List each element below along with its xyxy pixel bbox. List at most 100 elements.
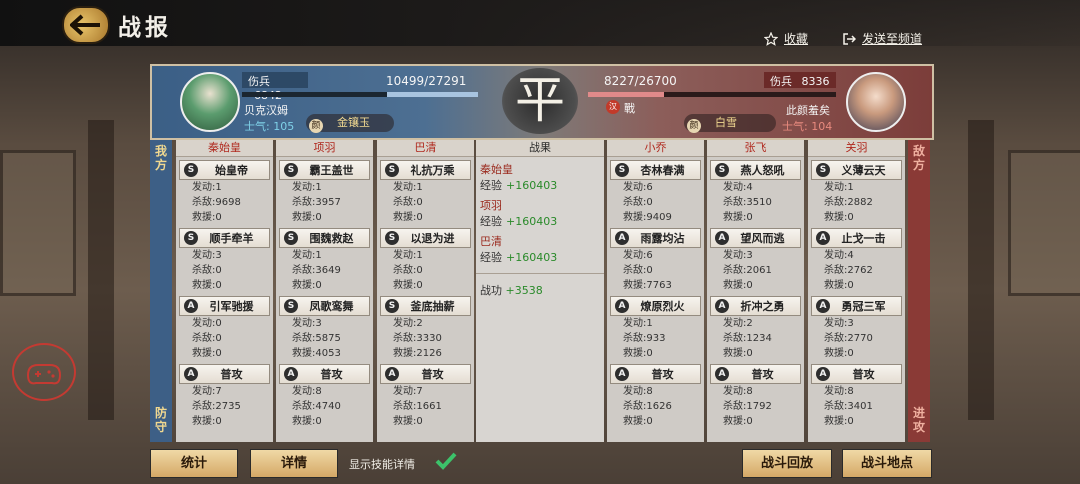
stat-label: 救援:: [393, 416, 417, 427]
skill-name: 始皇帝: [215, 164, 248, 177]
stat-value: 2882: [847, 197, 873, 208]
stat-kill: 杀敌:0: [176, 263, 273, 278]
stat-rescue: 救援:0: [707, 414, 804, 429]
show-skill-details-checkbox[interactable]: [435, 451, 457, 471]
stat-label: 救援:: [623, 212, 647, 223]
checkmark-icon: [435, 452, 457, 470]
stat-kill: 杀敌:3401: [808, 399, 905, 414]
skill-button[interactable]: A 普攻: [380, 364, 471, 384]
skill-button[interactable]: S 釜底抽薪: [380, 296, 471, 316]
skill-button[interactable]: A 普攻: [811, 364, 902, 384]
left-player-name: 贝克汉姆: [244, 104, 288, 117]
stat-label: 发动:: [292, 318, 316, 329]
stat-value: 2: [416, 318, 423, 329]
skill-name: 礼抗万乘: [410, 164, 455, 177]
send-to-channel-button[interactable]: 发送至频道: [842, 30, 922, 47]
left-general-avatar[interactable]: [180, 72, 240, 132]
stat-value: 0: [847, 416, 854, 427]
general-column: 秦始皇 S 始皇帝 发动:1 杀敌:9698 救援:0 S 顺手牵羊 发动:3 杀敌:0 救援:0 A…: [176, 140, 273, 442]
favorite-button[interactable]: 收藏: [763, 30, 808, 47]
stat-value: 1: [416, 250, 423, 261]
back-button[interactable]: [62, 6, 110, 44]
stat-launch: 发动:0: [176, 316, 273, 331]
stat-value: 0: [215, 265, 222, 276]
skill-button[interactable]: A 止戈一击: [811, 228, 902, 248]
stat-label: 发动:: [824, 250, 848, 261]
stat-kill: 杀敌:9698: [176, 195, 273, 210]
stat-value: 2: [746, 318, 753, 329]
stat-label: 发动:: [623, 318, 647, 329]
skill-button[interactable]: S 燕人怒吼: [710, 160, 801, 180]
stat-value: 0: [416, 280, 423, 291]
stat-label: 发动:: [723, 250, 747, 261]
right-general-avatar[interactable]: [846, 72, 906, 132]
result-exp-row: 经验 +160403: [476, 213, 604, 229]
battle-replay-button[interactable]: 战斗回放: [742, 449, 832, 478]
stat-kill: 杀敌:4740: [276, 399, 373, 414]
stat-label: 杀敌:: [623, 265, 647, 276]
merit-value: +3538: [505, 284, 543, 297]
stat-label: 发动:: [192, 250, 216, 261]
general-column: 项羽 S 霸王盖世 发动:1 杀敌:3957 救援:0 S 围魏救赵 发动:1 杀敌:3649 救援…: [276, 140, 373, 442]
stat-value: 0: [215, 348, 222, 359]
skill-button[interactable]: A 普攻: [179, 364, 270, 384]
details-button[interactable]: 详情: [250, 449, 338, 478]
skill-button[interactable]: A 燎原烈火: [610, 296, 701, 316]
stat-value: 0: [746, 280, 753, 291]
skill-button[interactable]: A 普攻: [610, 364, 701, 384]
skill-button[interactable]: A 折冲之勇: [710, 296, 801, 316]
skill-button[interactable]: A 普攻: [279, 364, 370, 384]
skill-button[interactable]: A 勇冠三军: [811, 296, 902, 316]
stat-value: 3510: [746, 197, 772, 208]
left-hp-bar: [242, 92, 478, 97]
general-column: 关羽 S 义薄云天 发动:1 杀敌:2882 救援:0 A 止戈一击 发动:4 杀敌:2762 救援…: [808, 140, 905, 442]
stat-launch: 发动:8: [607, 384, 704, 399]
skill-button[interactable]: S 杏林春满: [610, 160, 701, 180]
exp-value: +160403: [506, 179, 558, 192]
skill-button[interactable]: S 围魏救赵: [279, 228, 370, 248]
skill-grade-icon: A: [284, 367, 298, 381]
skill-button[interactable]: S 顺手牵羊: [179, 228, 270, 248]
right-beauty-name: 白雪: [715, 116, 737, 129]
stat-rescue: 救援:0: [707, 278, 804, 293]
stat-value: 2770: [847, 333, 873, 344]
skill-button[interactable]: S 始皇帝: [179, 160, 270, 180]
stat-label: 救援:: [292, 348, 316, 359]
stat-label: 发动:: [393, 318, 417, 329]
stat-label: 救援:: [723, 212, 747, 223]
stat-label: 杀敌:: [393, 333, 417, 344]
stat-rescue: 救援:4053: [276, 346, 373, 361]
stat-kill: 杀敌:5875: [276, 331, 373, 346]
share-icon: [843, 33, 857, 45]
skill-button[interactable]: S 凤歌鸾舞: [279, 296, 370, 316]
skill-button[interactable]: S 义薄云天: [811, 160, 902, 180]
gamepad-button[interactable]: [12, 343, 76, 401]
stat-rescue: 救援:0: [607, 346, 704, 361]
stat-value: 0: [215, 333, 222, 344]
stat-label: 救援:: [192, 280, 216, 291]
skill-button[interactable]: A 雨露均沾: [610, 228, 701, 248]
skill-button[interactable]: A 望风而逃: [710, 228, 801, 248]
stat-value: 6: [646, 250, 653, 261]
star-icon: [763, 31, 779, 46]
skill-name: 引军驰援: [209, 300, 254, 313]
skill-grade-icon: A: [816, 367, 830, 381]
skill-button[interactable]: A 引军驰援: [179, 296, 270, 316]
stat-launch: 发动:1: [607, 316, 704, 331]
stat-label: 杀敌:: [192, 401, 216, 412]
stat-kill: 杀敌:3510: [707, 195, 804, 210]
merit-label: 战功: [480, 284, 502, 297]
skill-name: 燕人怒吼: [740, 164, 785, 177]
skill-button[interactable]: S 霸王盖世: [279, 160, 370, 180]
skill-grade-icon: S: [184, 163, 198, 177]
skill-button[interactable]: A 普攻: [710, 364, 801, 384]
result-seal: 平: [502, 68, 578, 134]
battle-location-button[interactable]: 战斗地点: [842, 449, 932, 478]
stat-label: 杀敌:: [824, 197, 848, 208]
stat-launch: 发动:8: [707, 384, 804, 399]
skill-button[interactable]: S 以退为进: [380, 228, 471, 248]
skill-button[interactable]: S 礼抗万乘: [380, 160, 471, 180]
stats-button[interactable]: 统计: [150, 449, 238, 478]
left-hp-fill: [387, 92, 478, 97]
stat-value: 1661: [416, 401, 442, 412]
